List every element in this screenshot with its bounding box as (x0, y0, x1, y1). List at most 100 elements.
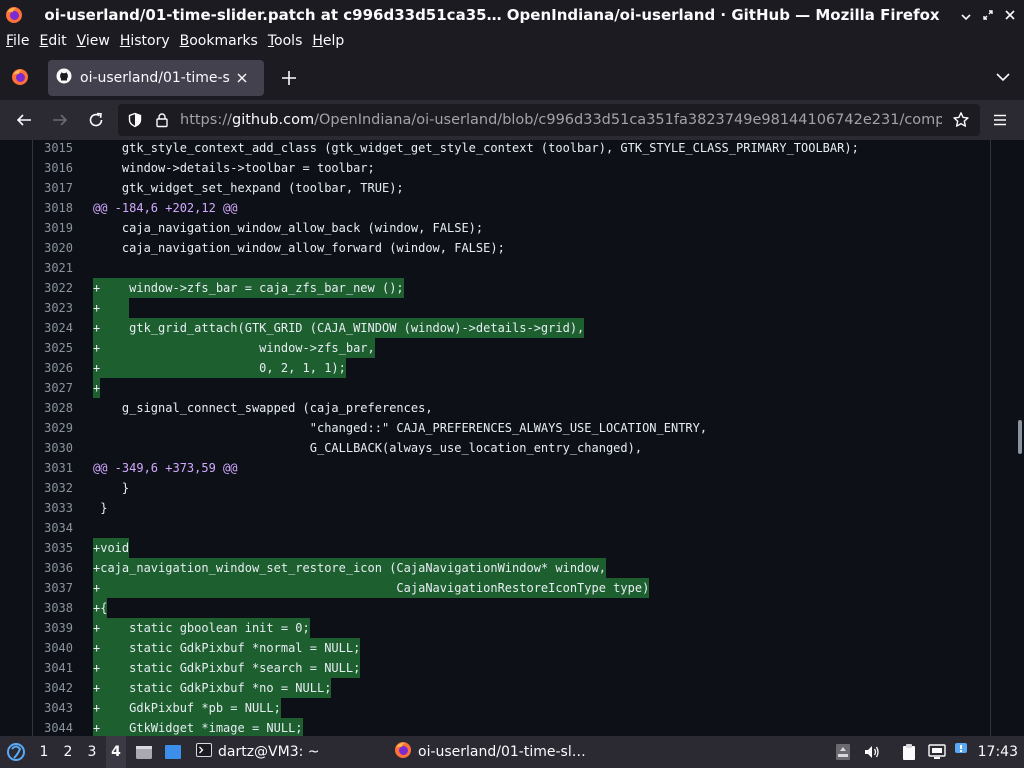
line-number[interactable]: 3034 (33, 518, 73, 538)
line-number[interactable]: 3025 (33, 338, 73, 358)
file-manager-icon[interactable] (135, 743, 153, 761)
code-text: } (93, 501, 108, 515)
notification-icon[interactable] (953, 741, 971, 759)
workspace-2[interactable]: 2 (58, 736, 78, 768)
close-tab-icon[interactable] (234, 70, 250, 86)
code-text: + gtk_grid_attach(GTK_GRID (CAJA_WINDOW … (93, 318, 585, 338)
line-number[interactable]: 3040 (33, 638, 73, 658)
line-number[interactable]: 3030 (33, 438, 73, 458)
close-window-icon[interactable] (1000, 5, 1020, 25)
menu-tools[interactable]: Tools (268, 33, 309, 49)
workspace-1[interactable]: 1 (34, 736, 54, 768)
hamburger-menu-icon[interactable] (989, 109, 1011, 131)
minimize-icon[interactable] (956, 5, 976, 25)
hunk-header-row: 3031 @@ -349,6 +373,59 @@ (33, 458, 990, 478)
github-icon (56, 68, 72, 88)
taskbar-terminal[interactable]: dartz@VM3: ~ (196, 736, 320, 768)
code-text: g_signal_connect_swapped (caja_preferenc… (93, 401, 433, 415)
url-bar[interactable]: https://github.com/OpenIndiana/oi-userla… (118, 104, 980, 136)
workspace-3[interactable]: 3 (82, 736, 102, 768)
tab-strip: oi-userland/01-time-slide (0, 52, 1024, 100)
line-number[interactable]: 3043 (33, 698, 73, 718)
code-line: 3020 caja_navigation_window_allow_forwar… (33, 238, 990, 258)
code-text: + (93, 378, 101, 398)
added-code-line: 3038 +{ (33, 598, 990, 618)
hunk-header-row: 3018 @@ -184,6 +202,12 @@ (33, 198, 990, 218)
line-number[interactable]: 3037 (33, 578, 73, 598)
menu-help[interactable]: Help (312, 33, 350, 49)
menu-history[interactable]: History (120, 33, 176, 49)
line-number[interactable]: 3032 (33, 478, 73, 498)
added-code-line: 3024 + gtk_grid_attach(GTK_GRID (CAJA_WIN… (33, 318, 990, 338)
code-line: 3034 (33, 518, 990, 538)
menu-bar: File Edit View History Bookmarks Tools H… (0, 30, 1024, 52)
line-number[interactable]: 3017 (33, 178, 73, 198)
line-number[interactable]: 3019 (33, 218, 73, 238)
network-icon[interactable] (928, 743, 946, 761)
line-number[interactable]: 3036 (33, 558, 73, 578)
window-title: oi-userland/01-time-slider.patch at c996… (44, 6, 940, 24)
line-number[interactable]: 3028 (33, 398, 73, 418)
line-number[interactable]: 3027 (33, 378, 73, 398)
taskbar-firefox-label: oi-userland/01-time-sl… (418, 744, 586, 760)
menu-file[interactable]: File (6, 33, 35, 49)
line-number[interactable]: 3015 (33, 140, 73, 158)
menu-view[interactable]: View (77, 33, 116, 49)
new-tab-icon[interactable] (278, 67, 300, 89)
line-number[interactable]: 3041 (33, 658, 73, 678)
tracking-protection-shield-icon[interactable] (124, 109, 146, 131)
line-number[interactable]: 3022 (33, 278, 73, 298)
line-number[interactable]: 3042 (33, 678, 73, 698)
code-text: } (93, 481, 130, 495)
line-number[interactable]: 3016 (33, 158, 73, 178)
added-code-line: 3037 + CajaNavigationRestoreIconType type… (33, 578, 990, 598)
line-number[interactable]: 3033 (33, 498, 73, 518)
maximize-icon[interactable] (978, 5, 998, 25)
workspace-4[interactable]: 4 (106, 736, 126, 768)
firefox-view-icon[interactable] (10, 67, 30, 87)
bookmark-star-icon[interactable] (950, 109, 972, 131)
start-menu-icon[interactable] (6, 742, 26, 762)
scrollbar-thumb[interactable] (1018, 420, 1022, 454)
firefox-icon (394, 741, 412, 763)
line-number[interactable]: 3020 (33, 238, 73, 258)
code-text: "changed::" CAJA_PREFERENCES_ALWAYS_USE_… (93, 421, 708, 435)
line-number[interactable]: 3031 (33, 458, 73, 478)
line-number[interactable]: 3018 (33, 198, 73, 218)
back-icon[interactable] (13, 109, 35, 131)
lock-icon[interactable] (151, 109, 173, 131)
menu-edit[interactable]: Edit (39, 33, 72, 49)
reload-icon[interactable] (85, 109, 107, 131)
menu-bookmarks[interactable]: Bookmarks (180, 33, 264, 49)
code-text: + (93, 298, 130, 318)
show-desktop-icon[interactable] (164, 743, 182, 761)
line-number[interactable]: 3023 (33, 298, 73, 318)
added-code-line: 3035 +void (33, 538, 990, 558)
added-code-line: 3025 + window->zfs_bar, (33, 338, 990, 358)
tab-active[interactable]: oi-userland/01-time-slide (48, 60, 264, 96)
code-line: 3015 gtk_style_context_add_class (gtk_wi… (33, 140, 990, 158)
taskbar-firefox[interactable]: oi-userland/01-time-sl… (394, 736, 586, 768)
line-number[interactable]: 3029 (33, 418, 73, 438)
code-text: gtk_widget_set_hexpand (toolbar, TRUE); (93, 181, 404, 195)
code-line: 3028 g_signal_connect_swapped (caja_pref… (33, 398, 990, 418)
clipboard-icon[interactable] (900, 743, 918, 761)
volume-icon[interactable] (863, 743, 881, 761)
line-number[interactable]: 3021 (33, 258, 73, 278)
code-line: 3016 window->details->toolbar = toolbar; (33, 158, 990, 178)
added-code-line: 3036 +caja_navigation_window_set_restore_… (33, 558, 990, 578)
url-text[interactable]: https://github.com/OpenIndiana/oi-userla… (180, 104, 942, 136)
taskbar-terminal-label: dartz@VM3: ~ (218, 744, 320, 760)
code-text: + window->zfs_bar = caja_zfs_bar_new (); (93, 278, 404, 298)
line-number[interactable]: 3026 (33, 358, 73, 378)
tray-scroll-icon[interactable] (834, 743, 852, 761)
line-number[interactable]: 3039 (33, 618, 73, 638)
chevron-down-icon[interactable] (994, 68, 1012, 86)
forward-icon[interactable] (49, 109, 71, 131)
line-number[interactable]: 3044 (33, 718, 73, 736)
line-number[interactable]: 3024 (33, 318, 73, 338)
line-number[interactable]: 3035 (33, 538, 73, 558)
line-number[interactable]: 3038 (33, 598, 73, 618)
code-text: +caja_navigation_window_set_restore_icon… (93, 558, 606, 578)
code-text: @@ -349,6 +373,59 @@ (93, 461, 238, 475)
